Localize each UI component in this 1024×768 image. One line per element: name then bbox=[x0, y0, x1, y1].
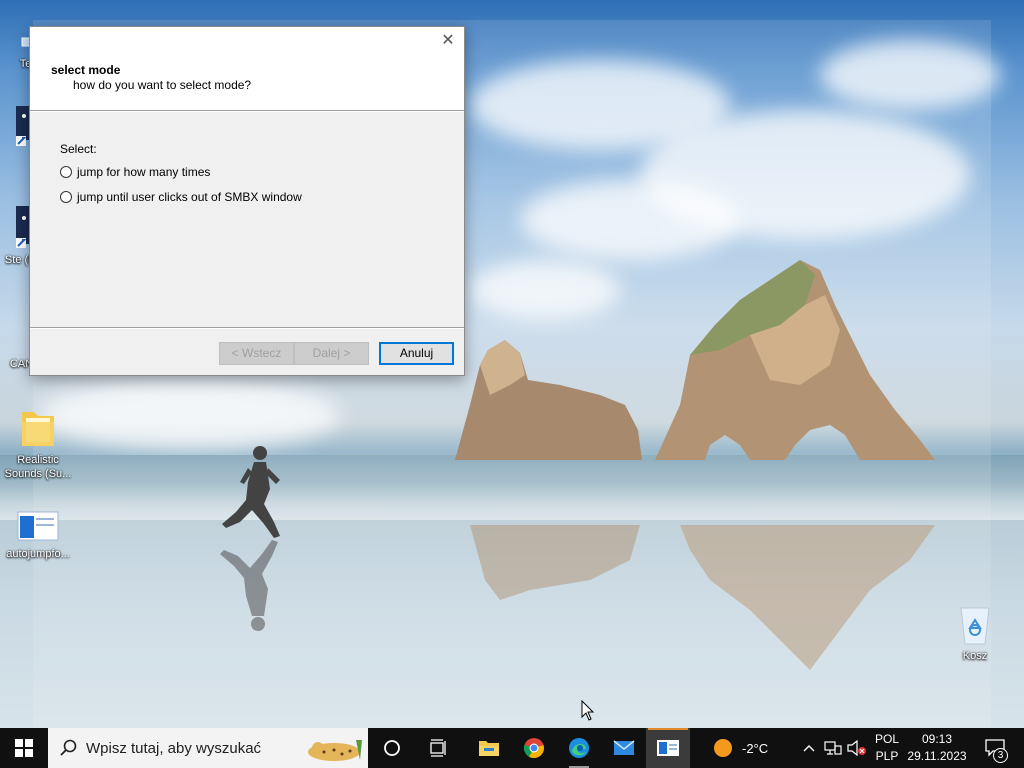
recycle-bin-icon bbox=[960, 607, 990, 645]
notification-count-badge: 3 bbox=[993, 748, 1008, 763]
weather-widget[interactable]: -2°C bbox=[712, 728, 792, 768]
chrome-icon bbox=[523, 738, 544, 759]
network-icon bbox=[824, 741, 842, 755]
network-button[interactable] bbox=[822, 728, 844, 768]
radio-button[interactable] bbox=[60, 166, 72, 178]
application-icon bbox=[17, 511, 59, 541]
search-highlight-leopard-icon bbox=[308, 740, 362, 761]
language-code: POL bbox=[874, 732, 899, 746]
sun-weather-icon bbox=[714, 739, 732, 757]
taskbar-chrome[interactable] bbox=[512, 728, 556, 768]
folder-icon bbox=[479, 741, 499, 756]
taskbar: Wpisz tutaj, aby wyszukać -2°C POL PLP 0… bbox=[0, 728, 1024, 768]
cancel-button[interactable]: Anuluj bbox=[379, 342, 454, 365]
footer-divider bbox=[30, 327, 464, 329]
notification-center-button[interactable]: 3 bbox=[978, 728, 1012, 768]
mouse-cursor-icon bbox=[581, 700, 595, 721]
start-button[interactable] bbox=[0, 728, 48, 768]
application-icon bbox=[657, 740, 679, 756]
volume-button[interactable] bbox=[846, 728, 868, 768]
radio-option-label: jump for how many times bbox=[77, 165, 211, 179]
chevron-up-icon bbox=[803, 745, 815, 752]
language-indicator[interactable]: POL PLP bbox=[872, 731, 902, 765]
desktop-icon-label: Kosz bbox=[962, 650, 988, 662]
search-icon bbox=[60, 739, 77, 756]
clock[interactable]: 09:13 29.11.2023 bbox=[902, 731, 972, 765]
desktop-icon-label: Realistic Sounds (Su... bbox=[4, 454, 72, 480]
taskbar-search-box[interactable]: Wpisz tutaj, aby wyszukać bbox=[48, 728, 368, 768]
folder-icon bbox=[22, 412, 54, 446]
task-view-button[interactable] bbox=[419, 728, 459, 768]
back-button[interactable]: < Wstecz bbox=[219, 342, 294, 365]
taskbar-file-explorer[interactable] bbox=[467, 728, 511, 768]
mail-icon bbox=[613, 740, 635, 755]
select-label: Select: bbox=[60, 142, 97, 156]
dialog-header: ✕ select mode how do you want to select … bbox=[30, 27, 464, 111]
desktop-icon-autojump[interactable]: autojumpfo... bbox=[0, 510, 76, 561]
desktop-icon-recycle-bin[interactable]: Kosz bbox=[937, 602, 1013, 663]
clock-date: 29.11.2023 bbox=[907, 749, 967, 763]
desktop-icon-label: autojumpfo... bbox=[6, 548, 70, 560]
wizard-dialog: ✕ select mode how do you want to select … bbox=[29, 26, 465, 376]
dialog-subtitle: how do you want to select mode? bbox=[73, 78, 252, 92]
weather-temperature: -2°C bbox=[742, 740, 769, 756]
cortana-button[interactable] bbox=[372, 728, 412, 768]
header-divider bbox=[30, 110, 464, 112]
close-icon[interactable]: ✕ bbox=[440, 33, 456, 49]
speaker-muted-icon bbox=[847, 740, 866, 756]
clock-time: 09:13 bbox=[921, 732, 953, 746]
task-view-icon bbox=[430, 739, 446, 757]
radio-option-label: jump until user clicks out of SMBX windo… bbox=[77, 190, 302, 204]
next-button[interactable]: Dalej > bbox=[294, 342, 369, 365]
radio-option-until-click[interactable]: jump until user clicks out of SMBX windo… bbox=[60, 190, 302, 204]
desktop-icon-realistic-sounds[interactable]: Realistic Sounds (Su... bbox=[0, 406, 76, 481]
taskbar-autojump-app[interactable] bbox=[646, 728, 690, 768]
show-hidden-icons-button[interactable] bbox=[800, 728, 818, 768]
taskbar-mail[interactable] bbox=[602, 728, 646, 768]
radio-option-times[interactable]: jump for how many times bbox=[60, 165, 210, 179]
cortana-circle-icon bbox=[384, 740, 400, 756]
search-placeholder: Wpisz tutaj, aby wyszukać bbox=[86, 739, 262, 757]
radio-button[interactable] bbox=[60, 191, 72, 203]
taskbar-edge[interactable] bbox=[557, 728, 601, 768]
keyboard-layout-code: PLP bbox=[875, 749, 899, 763]
active-indicator bbox=[648, 728, 688, 730]
windows-logo-icon bbox=[15, 739, 33, 757]
dialog-title: select mode bbox=[51, 63, 121, 77]
edge-icon bbox=[569, 738, 589, 758]
